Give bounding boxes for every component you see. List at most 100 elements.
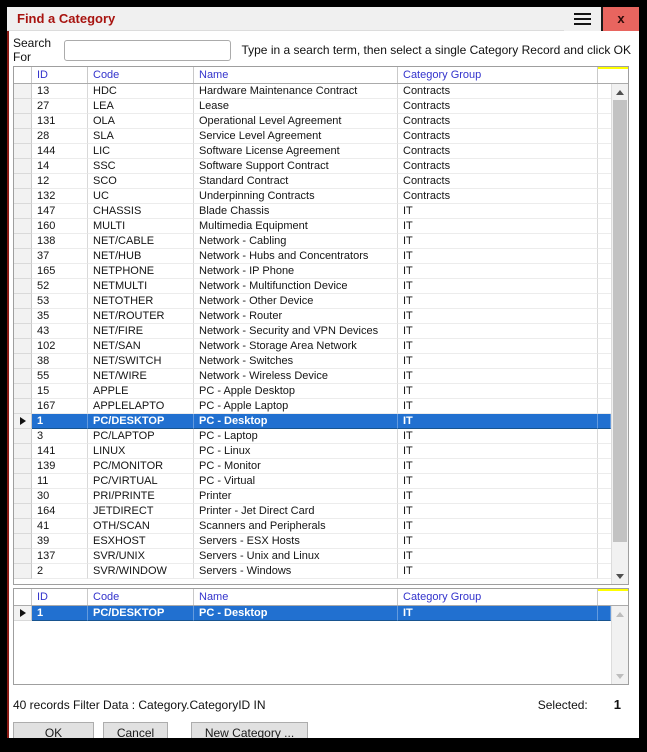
- cell-filler[interactable]: [598, 384, 611, 399]
- table-row[interactable]: 160 MULTI Multimedia Equipment IT: [14, 219, 611, 234]
- cell[interactable]: LIC: [88, 144, 194, 159]
- cell-filler[interactable]: [598, 474, 611, 489]
- cell[interactable]: NET/CABLE: [88, 234, 194, 249]
- table-row[interactable]: 52 NETMULTI Network - Multifunction Device…: [14, 279, 611, 294]
- cell[interactable]: 41: [32, 519, 88, 534]
- cell[interactable]: Network - Other Device: [194, 294, 398, 309]
- cell[interactable]: 164: [32, 504, 88, 519]
- close-button[interactable]: x: [601, 7, 639, 31]
- table-row[interactable]: 15 APPLE PC - Apple Desktop IT: [14, 384, 611, 399]
- cell[interactable]: 43: [32, 324, 88, 339]
- cell[interactable]: 167: [32, 399, 88, 414]
- row-selector[interactable]: [14, 429, 32, 444]
- cell-filler[interactable]: [598, 534, 611, 549]
- cell-filler[interactable]: [598, 549, 611, 564]
- row-selector[interactable]: [14, 384, 32, 399]
- cell[interactable]: 13: [32, 84, 88, 99]
- cell[interactable]: IT: [398, 564, 598, 579]
- table-row[interactable]: 2 SVR/WINDOW Servers - Windows IT: [14, 564, 611, 579]
- table-row[interactable]: 164 JETDIRECT Printer - Jet Direct Card IT: [14, 504, 611, 519]
- row-selector[interactable]: [14, 444, 32, 459]
- column-header-name[interactable]: Name: [194, 589, 398, 605]
- cell[interactable]: IT: [398, 384, 598, 399]
- cell[interactable]: HDC: [88, 84, 194, 99]
- table-row[interactable]: 43 NET/FIRE Network - Security and VPN Dev…: [14, 324, 611, 339]
- row-selector[interactable]: [14, 234, 32, 249]
- cell[interactable]: PC - Apple Laptop: [194, 399, 398, 414]
- row-selector[interactable]: [14, 204, 32, 219]
- row-selector[interactable]: [14, 399, 32, 414]
- cell[interactable]: 30: [32, 489, 88, 504]
- row-selector[interactable]: [14, 564, 32, 579]
- cell[interactable]: Hardware Maintenance Contract: [194, 84, 398, 99]
- cell[interactable]: PC - Virtual: [194, 474, 398, 489]
- cell-filler[interactable]: [598, 144, 611, 159]
- row-selector[interactable]: [14, 519, 32, 534]
- row-selector[interactable]: [14, 606, 32, 621]
- cell[interactable]: 139: [32, 459, 88, 474]
- cell[interactable]: 102: [32, 339, 88, 354]
- cell[interactable]: NET/HUB: [88, 249, 194, 264]
- column-header-code[interactable]: Code: [88, 589, 194, 605]
- table-row[interactable]: 131 OLA Operational Level Agreement Contrac…: [14, 114, 611, 129]
- cell[interactable]: 138: [32, 234, 88, 249]
- row-selector[interactable]: [14, 84, 32, 99]
- cell[interactable]: OTH/SCAN: [88, 519, 194, 534]
- cell[interactable]: 3: [32, 429, 88, 444]
- cell[interactable]: 147: [32, 204, 88, 219]
- cell[interactable]: 27: [32, 99, 88, 114]
- cell[interactable]: PC - Laptop: [194, 429, 398, 444]
- cell[interactable]: Contracts: [398, 84, 598, 99]
- cell[interactable]: IT: [398, 444, 598, 459]
- cell[interactable]: 1: [32, 606, 88, 621]
- cell[interactable]: 15: [32, 384, 88, 399]
- cell[interactable]: IT: [398, 234, 598, 249]
- row-selector[interactable]: [14, 189, 32, 204]
- menu-button[interactable]: [564, 7, 601, 31]
- row-selector[interactable]: [14, 339, 32, 354]
- cell-filler[interactable]: [598, 249, 611, 264]
- table-row[interactable]: 12 SCO Standard Contract Contracts: [14, 174, 611, 189]
- cell[interactable]: IT: [398, 219, 598, 234]
- cell[interactable]: Blade Chassis: [194, 204, 398, 219]
- cell[interactable]: 39: [32, 534, 88, 549]
- cell[interactable]: LINUX: [88, 444, 194, 459]
- cell-filler[interactable]: [598, 189, 611, 204]
- cell[interactable]: IT: [398, 429, 598, 444]
- cell[interactable]: 160: [32, 219, 88, 234]
- cell[interactable]: 55: [32, 369, 88, 384]
- cell-filler[interactable]: [598, 444, 611, 459]
- cell[interactable]: Standard Contract: [194, 174, 398, 189]
- cell[interactable]: LEA: [88, 99, 194, 114]
- cell[interactable]: Contracts: [398, 144, 598, 159]
- scroll-down-icon[interactable]: [612, 668, 628, 684]
- column-header-name[interactable]: Name: [194, 67, 398, 83]
- row-selector[interactable]: [14, 474, 32, 489]
- cell[interactable]: Software License Agreement: [194, 144, 398, 159]
- table-row[interactable]: 102 NET/SAN Network - Storage Area Network…: [14, 339, 611, 354]
- table-row[interactable]: 30 PRI/PRINTE Printer IT: [14, 489, 611, 504]
- cell[interactable]: IT: [398, 459, 598, 474]
- cell[interactable]: IT: [398, 324, 598, 339]
- cell-filler[interactable]: [598, 429, 611, 444]
- cell[interactable]: Printer: [194, 489, 398, 504]
- scroll-down-icon[interactable]: [612, 568, 628, 584]
- cell-filler[interactable]: [598, 174, 611, 189]
- cell[interactable]: IT: [398, 279, 598, 294]
- cell[interactable]: 144: [32, 144, 88, 159]
- table-row[interactable]: 11 PC/VIRTUAL PC - Virtual IT: [14, 474, 611, 489]
- row-selector[interactable]: [14, 219, 32, 234]
- table-row[interactable]: 37 NET/HUB Network - Hubs and Concentrator…: [14, 249, 611, 264]
- cell[interactable]: Printer - Jet Direct Card: [194, 504, 398, 519]
- cell[interactable]: Servers - ESX Hosts: [194, 534, 398, 549]
- cell[interactable]: NET/ROUTER: [88, 309, 194, 324]
- cell-filler[interactable]: [598, 354, 611, 369]
- cell[interactable]: IT: [398, 489, 598, 504]
- table-row[interactable]: 27 LEA Lease Contracts: [14, 99, 611, 114]
- row-selector[interactable]: [14, 249, 32, 264]
- cell[interactable]: IT: [398, 519, 598, 534]
- cell[interactable]: IT: [398, 369, 598, 384]
- cell[interactable]: NET/WIRE: [88, 369, 194, 384]
- cell[interactable]: IT: [398, 504, 598, 519]
- cell-filler[interactable]: [598, 84, 611, 99]
